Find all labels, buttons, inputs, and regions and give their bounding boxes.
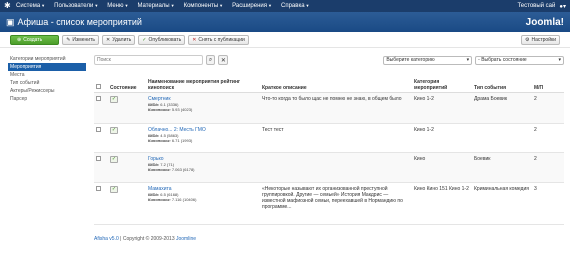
settings-button[interactable]: ⚙ Настройки	[520, 34, 560, 45]
col-mp[interactable]: М/П	[532, 72, 564, 93]
menu-help[interactable]: Справка▼	[281, 3, 310, 9]
event-type: Боевик	[472, 152, 532, 183]
delete-button[interactable]: ✕ Удалить	[101, 34, 136, 45]
rating-kp: Кинопоиск: 6.71 (1993)	[148, 137, 193, 143]
menu-menus[interactable]: Меню▼	[107, 3, 128, 9]
published-check-icon[interactable]: ✓	[110, 185, 118, 193]
col-state[interactable]: Состояние	[108, 72, 146, 93]
footer-brand-link[interactable]: Afisha v5.0	[94, 236, 119, 242]
col-type[interactable]: Тип события	[472, 72, 532, 93]
calendar-icon: ▣	[6, 16, 15, 27]
search-button[interactable]: ⌕	[205, 55, 216, 65]
joomla-brand-logo: Joomla!	[525, 16, 564, 28]
footer-joomline-link[interactable]: Joomline	[176, 236, 196, 242]
event-desc: Что-то когда то было щас не помню не зна…	[260, 92, 412, 124]
event-type	[472, 123, 532, 153]
page-title: ▣ Афиша - список мероприятий	[6, 16, 142, 28]
state-select[interactable]: - Выбрать состояние ▾	[475, 55, 564, 65]
row-checkbox[interactable]	[96, 95, 101, 101]
sidebar-item-categories[interactable]: Категории мероприятий	[8, 55, 86, 63]
sidebar-item-event-types[interactable]: Тип событий	[8, 79, 86, 87]
page-header: ▣ Афиша - список мероприятий Joomla!	[0, 12, 570, 32]
menu-users[interactable]: Пользователи▼	[54, 3, 98, 9]
event-mp: 2	[532, 92, 564, 124]
rating-kp: Кинопоиск: 5.93 (4023)	[148, 106, 193, 112]
sidebar-item-events[interactable]: Мероприятия	[8, 63, 86, 71]
event-mp: 2	[532, 123, 564, 153]
event-category: Кино 1-2	[412, 92, 472, 124]
sidebar: Категории мероприятий Мероприятия Места …	[8, 55, 86, 103]
toolbar: ⊕ Создать ✎ Изменить ✕ Удалить ✓ Опубликоват…	[0, 32, 570, 48]
events-table: Состояние Наименование мероприятия рейти…	[94, 72, 564, 225]
top-nav: ✱ Система▼ Пользователи▼ Меню▼ Материалы…	[0, 0, 570, 12]
user-icon[interactable]: ●▾	[559, 3, 566, 10]
footer: Afisha v5.0 | Copyright © 2009-2013 Joom…	[94, 236, 196, 242]
event-desc: «Некоторые называют их организованной пр…	[260, 182, 412, 225]
edit-button[interactable]: ✎ Изменить	[62, 34, 99, 45]
sidebar-item-parser[interactable]: Парсер	[8, 95, 86, 103]
menu-components[interactable]: Компоненты▼	[184, 3, 224, 9]
col-name[interactable]: Наименование мероприятия рейтинг кинопои…	[146, 72, 260, 93]
rating-kp: Кинопоиск: 7.116 (10406)	[148, 196, 197, 202]
event-category: Кино	[412, 152, 472, 183]
gear-icon: ⚙	[524, 36, 530, 43]
event-desc: Тест тест	[260, 123, 412, 153]
table-row: ✓ Горько IMDb: 7.2 (71) Кинопоиск: 7.063…	[94, 152, 564, 183]
filter-bar: ⌕ ✕ Выберите категорию▾ - Выбрать состоя…	[94, 55, 564, 65]
table-row: ✓ Смертник IMDb: 6.1 (3336) Кинопоиск: 5…	[94, 92, 564, 124]
close-icon: ✕	[220, 57, 226, 64]
sidebar-item-actors[interactable]: Актеры/Режиссеры	[8, 87, 86, 95]
table-row: ✓ Мамахита IMDb: 6.5 (6168) Кинопоиск: 7…	[94, 182, 564, 225]
publish-button[interactable]: ✓ Опубликовать	[138, 34, 186, 45]
create-button[interactable]: ⊕ Создать	[10, 34, 60, 45]
edit-icon: ✎	[66, 36, 71, 43]
close-icon: ✕	[105, 36, 111, 43]
event-desc	[260, 152, 412, 183]
rating-kp: Кинопоиск: 7.063 (6178)	[148, 166, 195, 172]
chevron-down-icon: ▾	[466, 57, 470, 63]
category-select[interactable]: Выберите категорию ▾	[383, 55, 473, 65]
row-checkbox[interactable]	[96, 155, 101, 161]
published-check-icon[interactable]: ✓	[110, 95, 118, 103]
row-checkbox[interactable]	[96, 126, 101, 132]
check-icon: ✓	[142, 36, 147, 43]
unpublish-button[interactable]: ✕ Снять с публикации	[188, 34, 249, 45]
menu-system[interactable]: Система▼	[16, 3, 45, 9]
footer-copyright: | Copyright © 2009-2013	[120, 236, 175, 242]
published-check-icon[interactable]: ✓	[110, 126, 118, 134]
select-all-checkbox[interactable]	[96, 83, 101, 89]
col-desc: Краткое описание	[260, 72, 412, 93]
joomla-logo-icon[interactable]: ✱	[4, 2, 12, 10]
col-category[interactable]: Категория мероприятий	[412, 72, 472, 93]
event-mp: 2	[532, 152, 564, 183]
chevron-down-icon: ▾	[558, 57, 561, 63]
row-checkbox[interactable]	[96, 185, 101, 191]
search-icon: ⌕	[208, 56, 213, 63]
site-link[interactable]: Тестовый сай	[517, 3, 555, 9]
event-type: Криминальная комедия	[472, 182, 532, 225]
plus-icon: ⊕	[17, 36, 22, 43]
event-mp: 3	[532, 182, 564, 225]
sidebar-item-places[interactable]: Места	[8, 71, 86, 79]
clear-search-button[interactable]: ✕	[218, 55, 229, 65]
search-input[interactable]	[94, 55, 203, 65]
menu-content[interactable]: Материалы▼	[137, 3, 174, 9]
cross-icon: ✕	[192, 36, 197, 43]
table-row: ✓ Облачно... 2: Месть ГМО IMDb: 4.5 (586…	[94, 123, 564, 153]
event-category: Кино Кино 151 Кино 1-2	[412, 182, 472, 225]
event-category: Кино 1-2	[412, 123, 472, 153]
event-type: Драма Боевик	[472, 92, 532, 124]
main-content: ⌕ ✕ Выберите категорию▾ - Выбрать состоя…	[94, 55, 564, 225]
menu-extensions[interactable]: Расширения▼	[232, 3, 272, 9]
published-check-icon[interactable]: ✓	[110, 155, 118, 163]
